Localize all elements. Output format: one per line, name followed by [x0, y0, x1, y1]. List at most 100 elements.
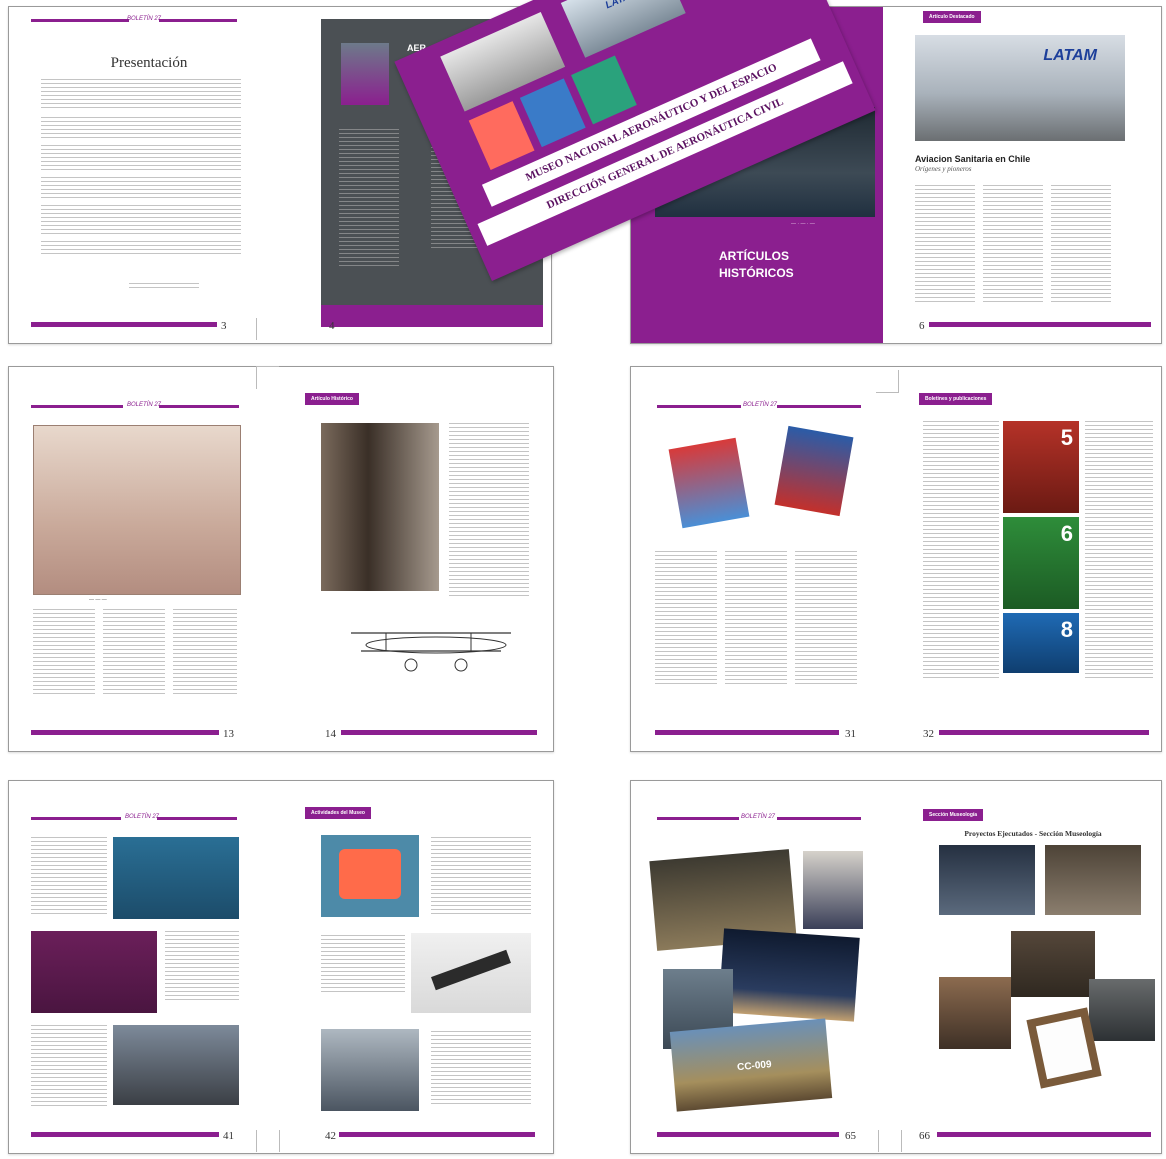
- spread-pages-41-42[interactable]: BOLETÍN 27 41 Actividades del Museo 42: [8, 780, 554, 1154]
- body-text: [41, 79, 241, 111]
- body-text: [41, 205, 241, 235]
- header-logo: BOLETÍN 27: [741, 814, 776, 820]
- header-bar: [777, 405, 861, 408]
- office-photo: [939, 977, 1011, 1049]
- footer-bar: [339, 1132, 535, 1137]
- event-photo: [113, 837, 239, 919]
- activity-text: [31, 1025, 107, 1109]
- cover-photo-emblem-3: [571, 55, 637, 125]
- activity-text: [165, 931, 239, 1001]
- latam-logo: LATAM: [1043, 47, 1097, 64]
- article-column: [1085, 421, 1153, 679]
- office-photo: [1011, 931, 1095, 997]
- restoration-photo: [803, 851, 863, 929]
- footer-bar: [657, 1132, 839, 1137]
- page-42: Actividades del Museo 42: [281, 781, 553, 1153]
- header-logo: BOLETÍN 27: [127, 16, 162, 22]
- page-number: 6: [919, 320, 925, 332]
- footer-bar: [31, 322, 217, 327]
- page-number: 66: [919, 1130, 930, 1142]
- header-bar: [157, 817, 237, 820]
- emblem-photo: [321, 835, 419, 917]
- footer-bar: [655, 730, 839, 735]
- photo-caption: — — —: [89, 597, 107, 603]
- boletin-cover-8: 8: [1003, 613, 1079, 673]
- section-tag: Boletines y publicaciones: [919, 393, 993, 405]
- cover-photo-latam: LATAM: [560, 0, 686, 58]
- model-plane: [431, 949, 511, 991]
- cover-photo-emblem-2: [519, 78, 586, 148]
- portrait-photo: [321, 423, 439, 591]
- body-text: [41, 145, 241, 171]
- article-title: Aviacion Sanitaria en Chile: [915, 154, 1031, 164]
- footer-bar: [929, 322, 1151, 327]
- header-logo: BOLETÍN 27: [127, 402, 162, 408]
- page-6: Artículo Destacado LATAM Aviacion Sanita…: [899, 7, 1161, 343]
- page-66: Sección Museología Proyectos Ejecutados …: [899, 781, 1161, 1153]
- historic-aircraft-photo: [33, 425, 241, 595]
- article-column: [173, 609, 237, 695]
- header-bar: [31, 817, 121, 820]
- header-logo: BOLETÍN 27: [125, 814, 160, 820]
- boletin-cover-5: 5: [1003, 421, 1079, 513]
- emblem-photo: [774, 425, 854, 517]
- page-13: BOLETÍN 27 — — — 13: [9, 367, 281, 751]
- footer-bar: [937, 1132, 1151, 1137]
- page-number: 42: [325, 1130, 336, 1142]
- page-number: 41: [223, 1130, 234, 1142]
- article-column: [33, 609, 95, 695]
- header-bar: [777, 817, 861, 820]
- body-text: [41, 177, 241, 199]
- spread-pages-65-66[interactable]: BOLETÍN 27 CC-009 65 Sección Museología …: [630, 780, 1162, 1154]
- article-column: [655, 551, 717, 687]
- cover-photo-emblem-1: [468, 101, 535, 170]
- spread-pages-31-32[interactable]: BOLETÍN 27 31 Boletines y publicaciones …: [630, 366, 1162, 752]
- section-title: HISTÓRICOS: [719, 266, 794, 280]
- boletin-cover-6: 6: [1003, 517, 1079, 609]
- crop-mark: [878, 1130, 902, 1152]
- cover-latam-logo: LATAM: [604, 0, 639, 11]
- page-65: BOLETÍN 27 CC-009 65: [631, 781, 883, 1153]
- event-photo: [31, 931, 157, 1013]
- signature: [129, 283, 199, 290]
- aircraft-registration: CC-009: [736, 1059, 773, 1074]
- page-title: Presentación: [110, 55, 188, 71]
- article-column: [1051, 185, 1111, 305]
- article-column: [923, 421, 999, 679]
- crop-mark: [256, 366, 279, 389]
- page-41: BOLETÍN 27 41: [9, 781, 281, 1153]
- page-14: Artículo Histórico 14: [281, 367, 553, 751]
- footer-bar: [31, 730, 219, 735]
- body-text: [41, 117, 241, 139]
- credits-list: [339, 129, 399, 269]
- section-title: ARTÍCULOS: [719, 249, 789, 263]
- page-title: Proyectos Ejecutados - Sección Museologí…: [964, 829, 1102, 838]
- header-bar: [657, 405, 741, 408]
- page-3: BOLETÍN 27 Presentación 3: [9, 7, 279, 343]
- header-bar: [159, 19, 237, 22]
- article-column: [795, 551, 857, 687]
- hangar-photo: [321, 1029, 419, 1111]
- activity-text: [31, 837, 107, 915]
- page-number: 4: [329, 320, 335, 332]
- page-number: 65: [845, 1130, 856, 1142]
- section-tag: Artículo Destacado: [923, 11, 981, 23]
- emblem-shape: [339, 849, 401, 899]
- photo-caption: — · — · —: [791, 221, 815, 227]
- page-number: 14: [325, 728, 336, 740]
- activity-text: [431, 837, 531, 917]
- article-column: [725, 551, 787, 687]
- section-tag: Artículo Histórico: [305, 393, 359, 405]
- section-tag: Sección Museología: [923, 809, 984, 821]
- biplane-drawing: [341, 615, 521, 677]
- emblem-photo: [668, 437, 750, 529]
- crop-mark: [876, 370, 899, 393]
- spread-pages-13-14[interactable]: BOLETÍN 27 — — — 13 Artículo Histórico 1…: [8, 366, 554, 752]
- aircraft-cc009-photo: CC-009: [669, 1018, 833, 1112]
- header-bar: [657, 817, 739, 820]
- header-bar: [31, 405, 123, 408]
- event-photo: [113, 1025, 239, 1105]
- article-column: [915, 185, 975, 305]
- crop-mark: [256, 1130, 280, 1152]
- magazine-thumbnail: [341, 43, 389, 105]
